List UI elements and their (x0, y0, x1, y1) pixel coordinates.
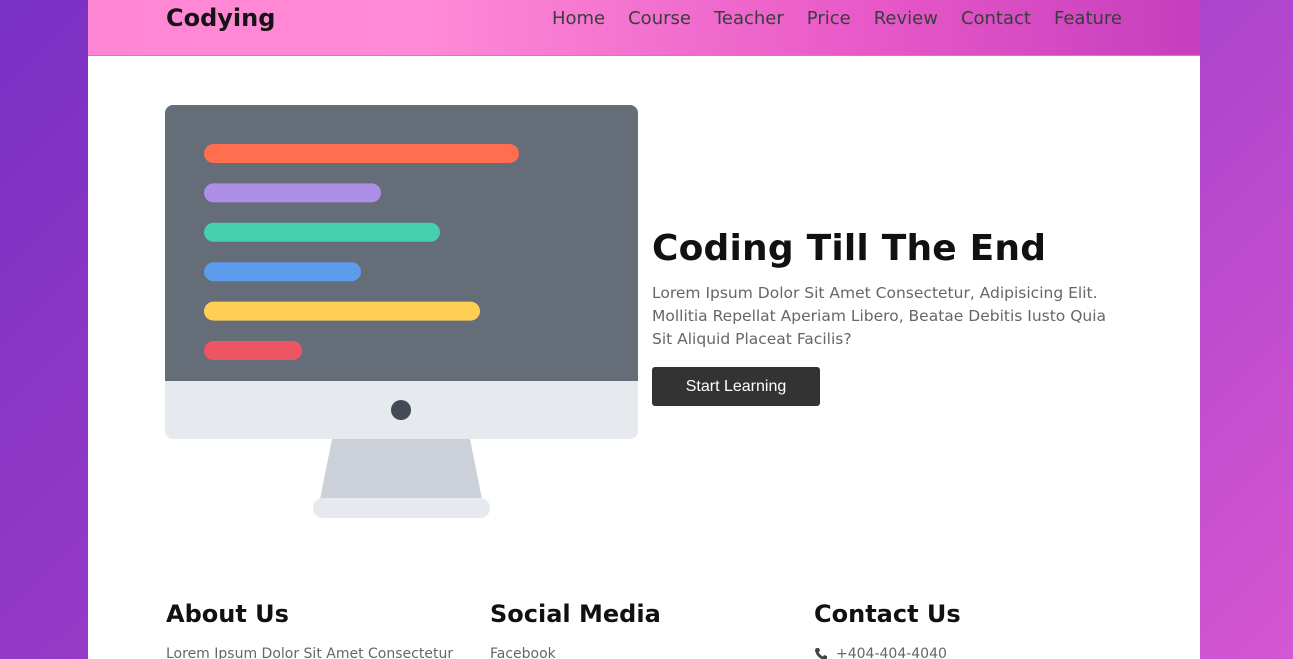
social-link-facebook[interactable]: Facebook (490, 645, 790, 659)
contact-phone-row: +404-404-4040 (814, 645, 1114, 659)
nav-review[interactable]: Review (874, 6, 938, 32)
nav-teacher[interactable]: Teacher (714, 6, 784, 32)
start-learning-button[interactable]: Start Learning (652, 367, 820, 406)
hero-content: Coding Till The End Lorem Ipsum Dolor Si… (652, 224, 1122, 406)
desktop-monitor-icon (165, 105, 638, 518)
phone-icon (815, 648, 827, 659)
nav-price[interactable]: Price (807, 6, 851, 32)
monitor-base (313, 498, 490, 518)
about-heading: About Us (166, 600, 289, 628)
contact-heading: Contact Us (814, 600, 961, 628)
code-line (204, 301, 480, 321)
code-line (204, 183, 381, 203)
nav-course[interactable]: Course (628, 6, 691, 32)
code-line (204, 144, 519, 163)
monitor-button (391, 400, 411, 420)
contact-phone[interactable]: +404-404-4040 (836, 645, 947, 659)
page: Codying Home Course Teacher Price Review… (88, 0, 1200, 659)
nav-home[interactable]: Home (552, 6, 605, 32)
about-text: Lorem Ipsum Dolor Sit Amet Consectetur (166, 646, 454, 659)
footer-social: Social Media Facebook (490, 597, 790, 659)
code-line (204, 222, 440, 242)
code-line (204, 341, 302, 360)
nav-contact[interactable]: Contact (961, 6, 1031, 32)
brand-logo[interactable]: Codying (166, 3, 275, 33)
hero-title: Coding Till The End (652, 228, 1047, 269)
hero-description: Lorem Ipsum Dolor Sit Amet Consectetur, … (652, 284, 1107, 348)
social-heading: Social Media (490, 600, 661, 628)
footer-contact: Contact Us +404-404-4040 (814, 597, 1114, 659)
header: Codying Home Course Teacher Price Review… (88, 0, 1200, 56)
monitor-stand (320, 439, 482, 499)
code-line (204, 262, 361, 282)
main-nav: Home Course Teacher Price Review Contact… (529, 6, 1122, 32)
footer-about: About Us Lorem Ipsum Dolor Sit Amet Cons… (166, 597, 466, 659)
nav-feature[interactable]: Feature (1054, 6, 1122, 32)
